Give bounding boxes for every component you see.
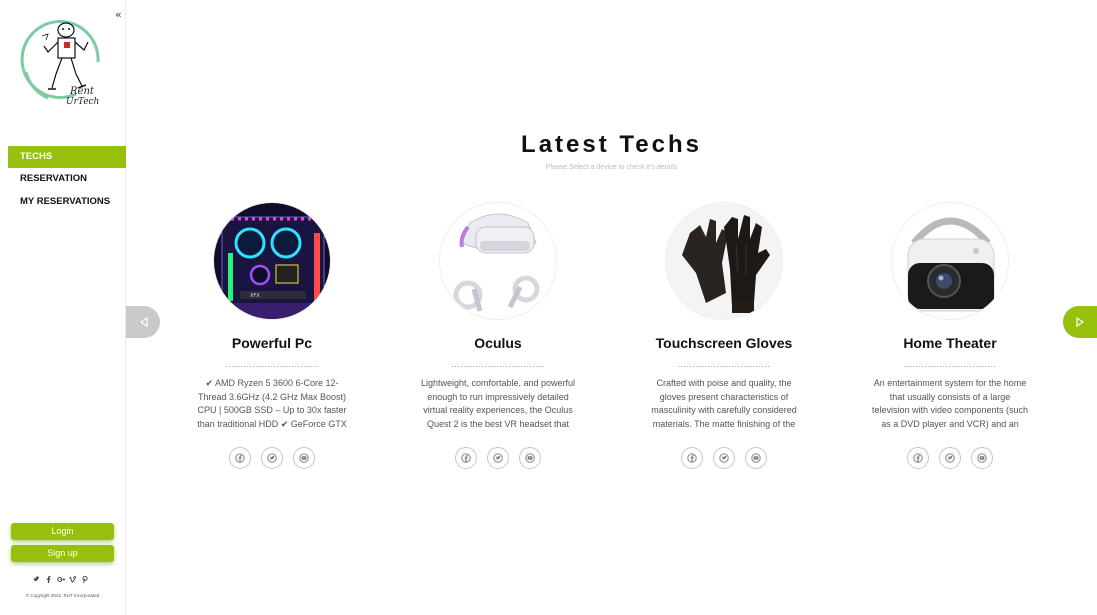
pinterest-icon[interactable]	[81, 575, 88, 585]
logo: Rent UrTech	[18, 12, 108, 107]
card-description: ✔ AMD Ryzen 5 3600 6-Core 12-Thread 3.6G…	[197, 378, 347, 430]
vr-headset-photo[interactable]	[439, 202, 557, 320]
facebook-icon[interactable]	[681, 447, 703, 469]
tech-card[interactable]: Touchscreen Gloves .....................…	[639, 202, 809, 469]
facebook-icon[interactable]	[229, 447, 251, 469]
main-content: Latest Techs Please Select a device to c…	[126, 0, 1097, 615]
nav-item-techs[interactable]: TECHS	[8, 146, 126, 168]
chevron-right-icon	[1076, 317, 1084, 327]
login-button[interactable]: Login	[11, 523, 114, 540]
youtube-icon[interactable]	[971, 447, 993, 469]
collapse-sidebar-icon[interactable]: «	[115, 8, 122, 21]
tech-card[interactable]: Oculus ............................... L…	[413, 202, 583, 469]
svg-text:XFX: XFX	[250, 293, 260, 299]
twitter-icon[interactable]	[261, 447, 283, 469]
social-links	[33, 575, 88, 585]
youtube-icon[interactable]	[293, 447, 315, 469]
gaming-pc-photo[interactable]: XFX	[213, 202, 331, 320]
svg-text:UrTech: UrTech	[66, 97, 99, 107]
vimeo-icon[interactable]	[69, 576, 77, 585]
card-divider: ...............................	[903, 359, 997, 369]
chevron-left-icon	[140, 317, 148, 327]
tech-card[interactable]: Home Theater ...........................…	[865, 202, 1035, 469]
nav-item-reservation[interactable]: RESERVATION	[8, 168, 126, 190]
card-social-links	[865, 447, 1035, 469]
svg-text:Rent: Rent	[69, 86, 95, 97]
page-subtitle: Please Select a device to check it's det…	[545, 164, 678, 171]
mini-projector-photo[interactable]	[891, 202, 1009, 320]
facebook-icon[interactable]	[45, 576, 52, 585]
page-title: Latest Techs	[521, 131, 702, 158]
youtube-icon[interactable]	[745, 447, 767, 469]
card-description: Lightweight, comfortable, and powerful e…	[420, 378, 576, 430]
twitter-icon[interactable]	[713, 447, 735, 469]
card-title: Touchscreen Gloves	[655, 335, 793, 351]
main-nav: TECHS RESERVATION MY RESERVATIONS	[8, 146, 126, 213]
card-title: Powerful Pc	[231, 335, 313, 351]
carousel-prev-button[interactable]	[126, 306, 160, 338]
tech-card[interactable]: XFX Powerful Pc ........................…	[187, 202, 357, 469]
card-divider: ...............................	[225, 359, 319, 369]
card-social-links	[413, 447, 583, 469]
card-social-links	[187, 447, 357, 469]
card-title: Oculus	[474, 335, 522, 351]
nav-item-my-reservations[interactable]: MY RESERVATIONS	[8, 191, 126, 213]
card-description: An entertainment system for the home tha…	[871, 378, 1029, 430]
card-social-links	[639, 447, 809, 469]
signup-button[interactable]: Sign up	[11, 545, 114, 562]
google-plus-icon[interactable]	[57, 576, 66, 585]
card-divider: ...............................	[677, 359, 771, 369]
leather-gloves-photo[interactable]	[665, 202, 783, 320]
twitter-icon[interactable]	[487, 447, 509, 469]
card-description: Crafted with poise and quality, the glov…	[651, 378, 797, 430]
sidebar: « Rent UrTech TECHS RESERVATION MY RESER…	[0, 0, 126, 615]
robot-logo-icon: Rent UrTech	[20, 20, 100, 107]
twitter-icon[interactable]	[939, 447, 961, 469]
facebook-icon[interactable]	[907, 447, 929, 469]
card-title: Home Theater	[903, 335, 997, 351]
facebook-icon[interactable]	[455, 447, 477, 469]
carousel-next-button[interactable]	[1063, 306, 1097, 338]
twitter-icon[interactable]	[33, 576, 40, 585]
card-divider: ...............................	[451, 359, 545, 369]
copyright-text: © Copyright 2022. RUT Incorporated	[25, 593, 100, 598]
youtube-icon[interactable]	[519, 447, 541, 469]
